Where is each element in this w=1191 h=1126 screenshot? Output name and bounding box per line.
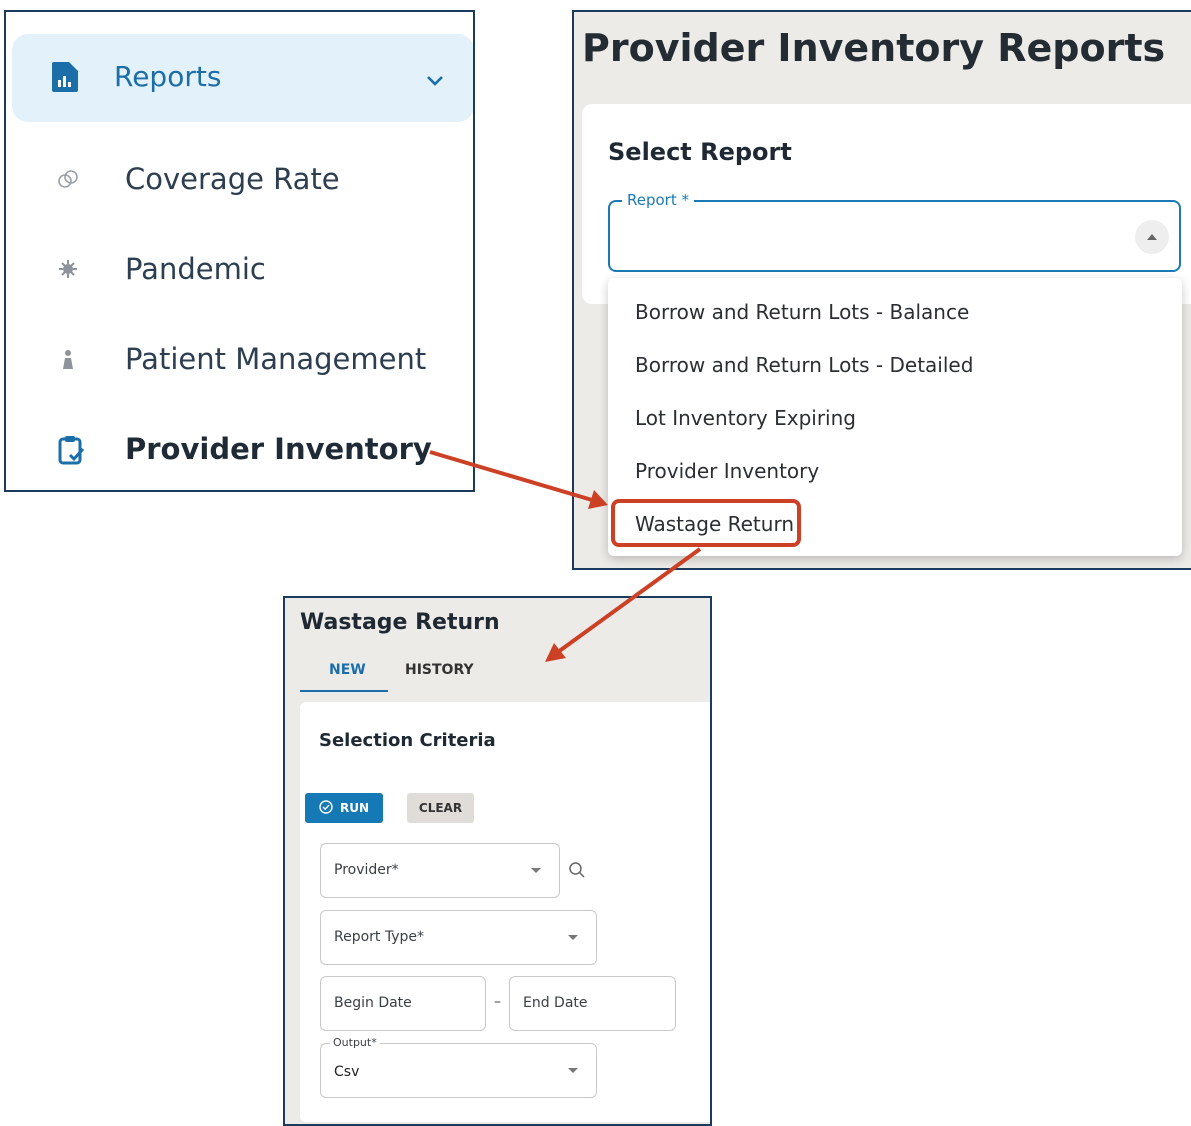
end-date-placeholder: End Date	[523, 995, 588, 1011]
card-title: Select Report	[608, 138, 792, 166]
caret-down-icon	[531, 868, 541, 873]
begin-date-placeholder: Begin Date	[334, 995, 412, 1011]
run-label: RUN	[339, 801, 370, 815]
output-value: Csv	[334, 1064, 360, 1080]
sidebar-item-pandemic[interactable]: Pandemic	[12, 240, 472, 300]
caret-up-icon[interactable]	[1135, 220, 1169, 254]
caret-down-icon	[568, 1068, 578, 1073]
run-button[interactable]: RUN	[305, 793, 383, 823]
report-type-label: Report Type*	[334, 929, 425, 945]
output-select[interactable]: Output* Csv	[320, 1036, 597, 1098]
page-title: Provider Inventory Reports	[582, 26, 1166, 70]
sidebar-reports-label: Reports	[114, 60, 222, 93]
sidebar-item-label: Provider Inventory	[125, 432, 432, 466]
end-date-field[interactable]: End Date	[509, 976, 676, 1031]
provider-label: Provider*	[334, 862, 399, 878]
menu-option[interactable]: Provider Inventory	[635, 459, 819, 483]
report-type-select[interactable]: Report Type*	[320, 910, 597, 965]
report-field-label: Report *	[622, 191, 695, 209]
sidebar-item-label: Pandemic	[125, 252, 266, 286]
select-report-card: Select Report Report *	[582, 104, 1191, 304]
report-selection-panel: Provider Inventory Reports Select Report…	[572, 10, 1191, 570]
output-label: Output*	[330, 1036, 380, 1049]
clear-button[interactable]: CLEAR	[407, 793, 474, 823]
begin-date-field[interactable]: Begin Date	[320, 976, 486, 1031]
tab-history[interactable]: HISTORY	[405, 662, 474, 678]
sidebar-reports-header[interactable]: Reports	[12, 34, 473, 122]
menu-option[interactable]: Lot Inventory Expiring	[635, 406, 856, 430]
sidebar-panel: Reports Coverage Rate Pandemic Patient M…	[4, 10, 475, 492]
provider-select[interactable]: Provider*	[320, 843, 560, 898]
tab-new[interactable]: NEW	[329, 662, 366, 678]
sidebar-item-label: Patient Management	[125, 342, 427, 376]
section-title: Selection Criteria	[319, 730, 496, 751]
virus-icon	[57, 258, 79, 280]
menu-option-wastage-return[interactable]: Wastage Return	[635, 512, 794, 536]
wastage-return-panel: Wastage Return NEW HISTORY Selection Cri…	[283, 596, 712, 1126]
clipboard-check-icon	[58, 435, 85, 465]
report-options-menu: Borrow and Return Lots - Balance Borrow …	[608, 278, 1182, 556]
chevron-down-icon[interactable]	[426, 72, 444, 91]
report-select-field[interactable]: Report *	[608, 191, 1181, 272]
menu-option[interactable]: Borrow and Return Lots - Detailed	[635, 353, 973, 377]
active-tab-indicator	[300, 690, 388, 692]
menu-option[interactable]: Borrow and Return Lots - Balance	[635, 300, 969, 324]
sidebar-item-label: Coverage Rate	[125, 162, 340, 196]
caret-down-icon	[568, 935, 578, 940]
sidebar-item-provider-inventory[interactable]: Provider Inventory	[12, 420, 472, 480]
check-circle-icon	[319, 799, 333, 817]
date-separator: –	[494, 994, 501, 1010]
coverage-rate-icon	[57, 168, 79, 190]
sidebar-item-coverage-rate[interactable]: Coverage Rate	[12, 150, 472, 210]
patient-icon	[57, 348, 79, 370]
sidebar-item-patient-management[interactable]: Patient Management	[12, 330, 472, 390]
search-icon[interactable]	[568, 861, 586, 883]
report-chart-icon	[52, 62, 78, 96]
page-title: Wastage Return	[300, 610, 500, 635]
